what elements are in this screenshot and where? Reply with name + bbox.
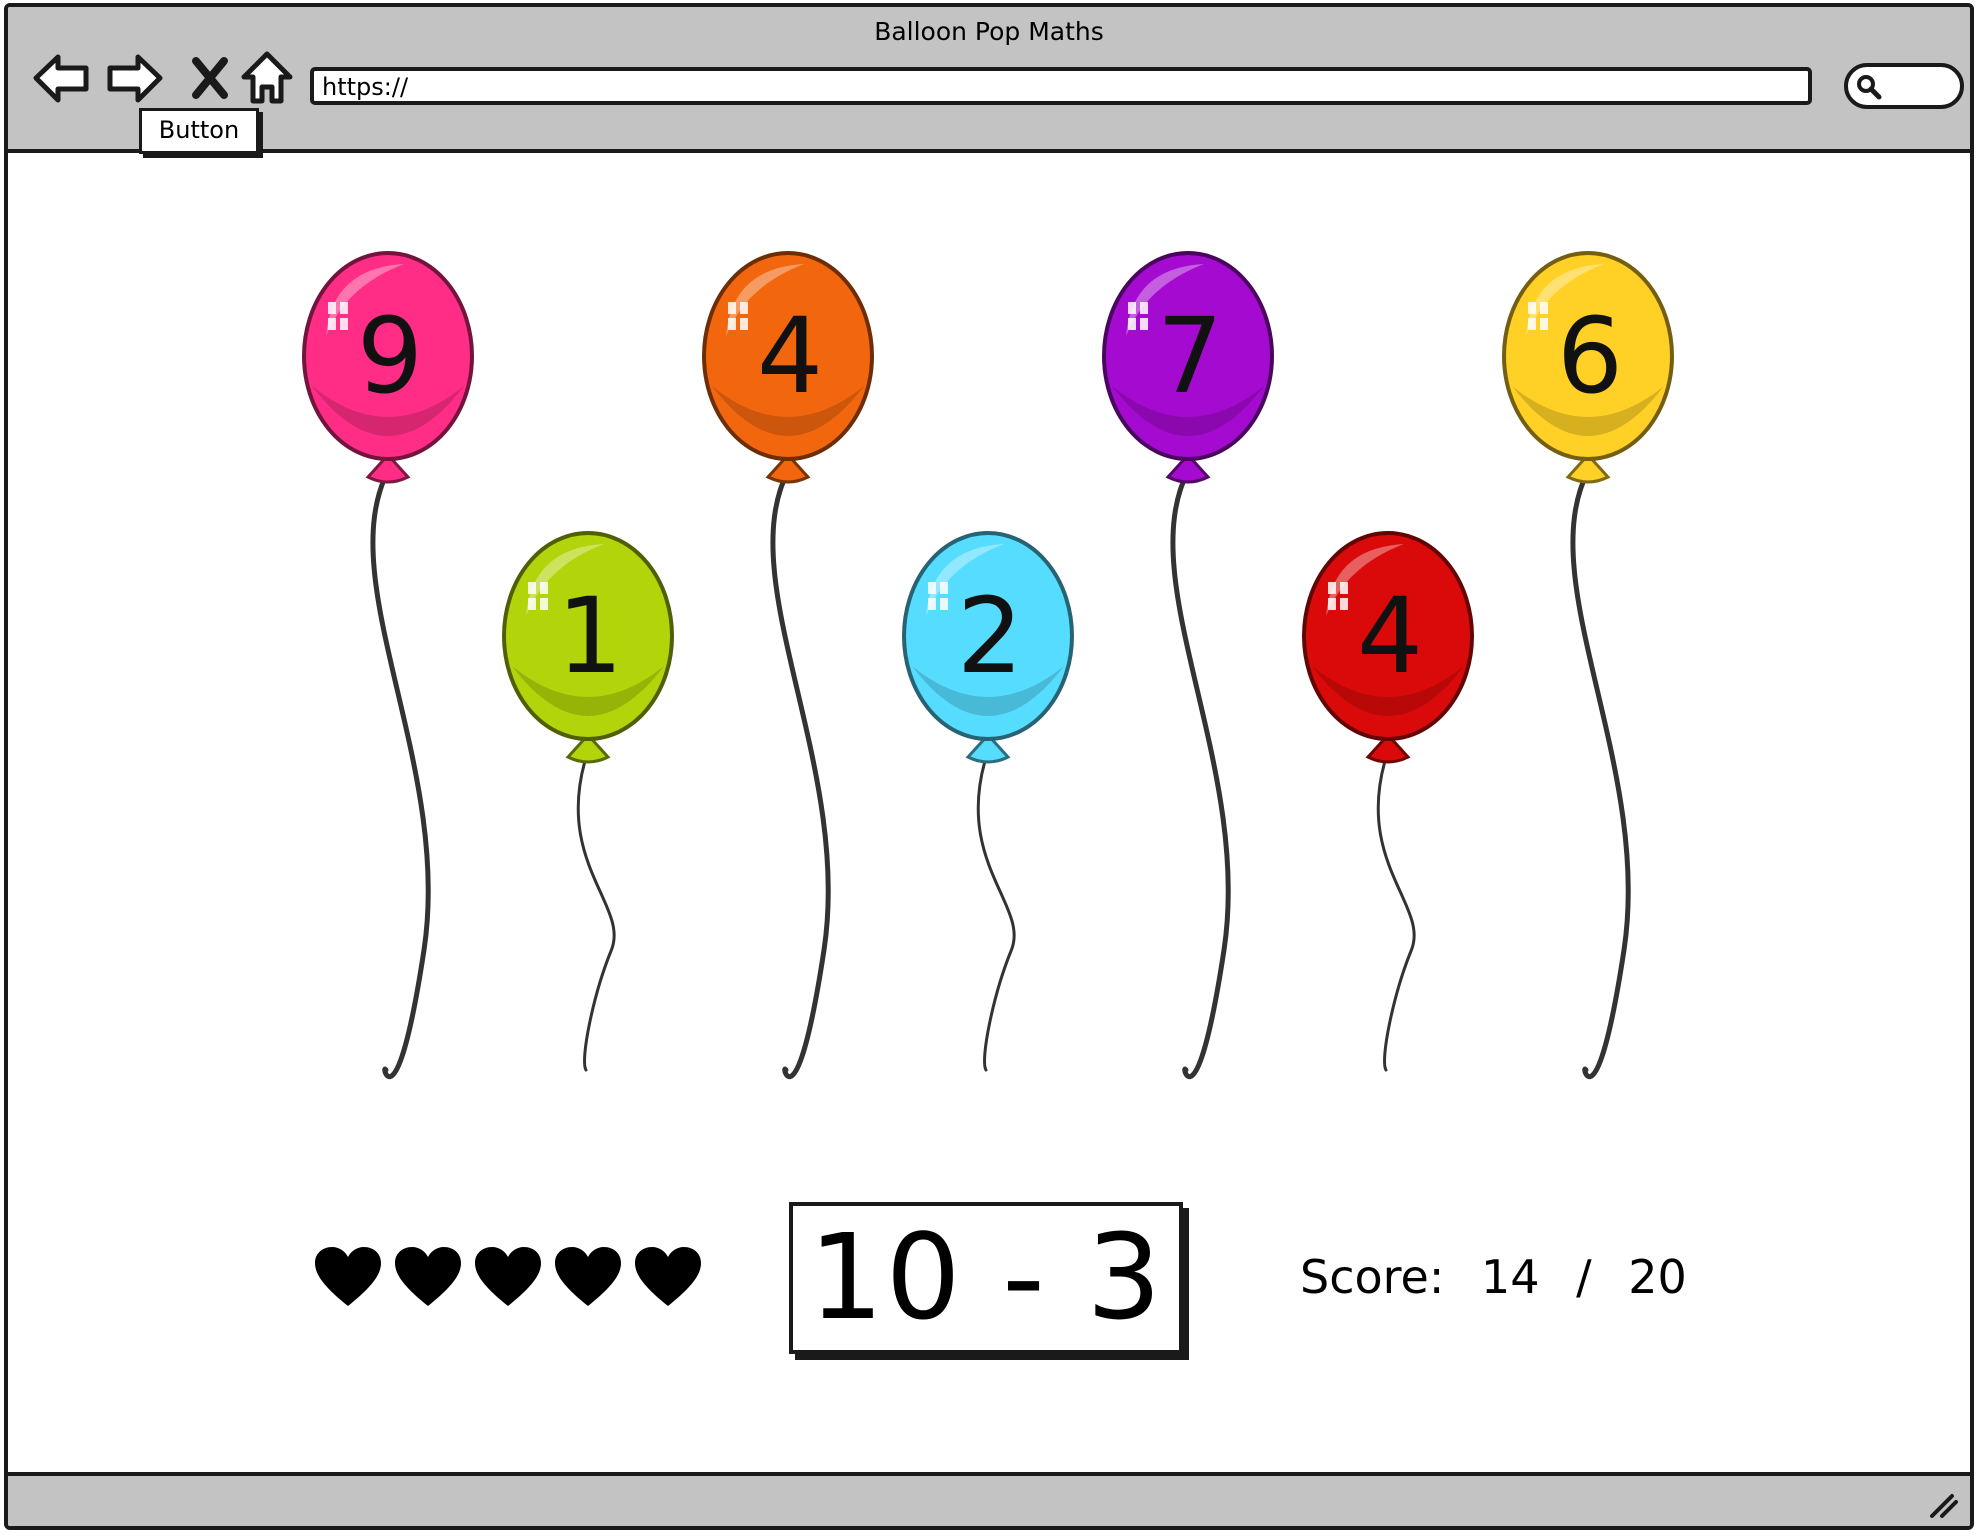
balloon-glint bbox=[728, 302, 736, 314]
balloon-3[interactable]: 4 bbox=[702, 251, 874, 1080]
balloon-number: 7 bbox=[1157, 295, 1223, 417]
balloon-string bbox=[770, 468, 831, 1080]
balloon-glint bbox=[1328, 598, 1336, 610]
balloon-glint bbox=[728, 318, 736, 330]
balloon-glint bbox=[1340, 582, 1348, 594]
balloon-number: 1 bbox=[557, 575, 623, 697]
lives-display bbox=[313, 1246, 713, 1316]
balloon-glint bbox=[540, 582, 548, 594]
balloon-glint bbox=[1340, 598, 1348, 610]
balloon-6[interactable]: 4 bbox=[1302, 531, 1474, 1072]
balloon-glint bbox=[1328, 582, 1336, 594]
balloon-glint bbox=[928, 598, 936, 610]
heart-icon bbox=[475, 1247, 541, 1306]
balloon-glint bbox=[940, 598, 948, 610]
balloon-glint bbox=[340, 302, 348, 314]
heart-icon bbox=[555, 1247, 621, 1306]
balloon-string bbox=[576, 749, 616, 1072]
balloon-glint bbox=[328, 318, 336, 330]
score-label: Score: bbox=[1300, 1250, 1445, 1304]
balloon-glint bbox=[328, 302, 336, 314]
balloon-string bbox=[1170, 468, 1231, 1080]
heart-icon bbox=[315, 1247, 381, 1306]
balloon-5[interactable]: 7 bbox=[1102, 251, 1274, 1080]
balloon-glint bbox=[1528, 318, 1536, 330]
balloon-glint bbox=[1540, 318, 1548, 330]
balloon-glint bbox=[1128, 302, 1136, 314]
balloon-number: 6 bbox=[1557, 295, 1623, 417]
balloon-glint bbox=[528, 582, 536, 594]
score-total: 20 bbox=[1628, 1250, 1687, 1304]
balloon-glint bbox=[1540, 302, 1548, 314]
balloon-glint bbox=[740, 302, 748, 314]
balloon-glint bbox=[928, 582, 936, 594]
balloon-4[interactable]: 2 bbox=[902, 531, 1074, 1072]
balloon-string bbox=[1376, 749, 1416, 1072]
balloon-number: 4 bbox=[757, 295, 823, 417]
balloon-string bbox=[370, 468, 431, 1080]
balloon-glint bbox=[528, 598, 536, 610]
balloon-glint bbox=[1140, 302, 1148, 314]
balloon-glint bbox=[740, 318, 748, 330]
score-display: Score: 14 / 20 bbox=[1300, 1250, 1709, 1304]
score-value: 14 bbox=[1480, 1250, 1540, 1304]
balloon-glint bbox=[940, 582, 948, 594]
button-tooltip: Button bbox=[139, 108, 259, 154]
balloon-string bbox=[976, 749, 1016, 1072]
heart-icon bbox=[395, 1247, 461, 1306]
math-problem: 10 - 3 bbox=[789, 1202, 1183, 1354]
balloon-1[interactable]: 9 bbox=[302, 251, 474, 1080]
balloon-string bbox=[1570, 468, 1631, 1080]
balloon-number: 9 bbox=[357, 295, 423, 417]
balloon-glint bbox=[1140, 318, 1148, 330]
score-separator: / bbox=[1576, 1250, 1592, 1304]
balloon-7[interactable]: 6 bbox=[1502, 251, 1674, 1080]
balloon-glint bbox=[1528, 302, 1536, 314]
balloon-glint bbox=[540, 598, 548, 610]
balloon-2[interactable]: 1 bbox=[502, 531, 674, 1072]
balloon-glint bbox=[340, 318, 348, 330]
balloon-glint bbox=[1128, 318, 1136, 330]
heart-icon bbox=[635, 1247, 701, 1306]
balloon-number: 2 bbox=[957, 575, 1023, 697]
balloon-number: 4 bbox=[1357, 575, 1423, 697]
